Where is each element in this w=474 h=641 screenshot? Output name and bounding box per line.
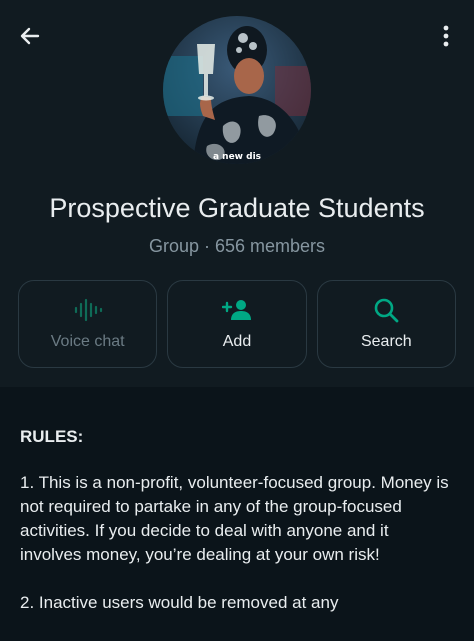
avatar-caption: a new dis xyxy=(212,152,262,162)
group-avatar[interactable]: a new dis xyxy=(163,16,311,164)
add-member-button[interactable]: Add xyxy=(167,280,307,368)
group-name: Prospective Graduate Students xyxy=(49,193,425,223)
voice-chat-label: Voice chat xyxy=(50,333,125,350)
more-options-button[interactable] xyxy=(432,20,460,52)
add-person-icon xyxy=(221,300,251,320)
search-icon xyxy=(375,298,399,323)
back-button[interactable] xyxy=(14,20,46,52)
search-label: Search xyxy=(360,333,412,350)
rule-item: 2. Inactive users would be removed at an… xyxy=(20,593,339,612)
add-label: Add xyxy=(222,333,252,350)
group-description: RULES: 1. This is a non-profit, voluntee… xyxy=(0,387,474,641)
rules-heading: RULES: xyxy=(20,427,84,446)
more-vertical-icon xyxy=(443,25,449,47)
voice-chat-icon xyxy=(74,298,102,322)
group-info-header: a new dis Prospective Graduate Students … xyxy=(0,0,474,387)
action-bar: Voice chat Add Search xyxy=(18,280,456,368)
voice-chat-button[interactable]: Voice chat xyxy=(18,280,158,368)
search-button[interactable]: Search xyxy=(316,280,456,368)
group-member-count: Group · 656 members xyxy=(148,236,326,256)
rule-item: 1. This is a non-profit, volunteer-focus… xyxy=(20,473,449,564)
avatar-photo xyxy=(163,16,311,164)
arrow-left-icon xyxy=(20,27,40,45)
